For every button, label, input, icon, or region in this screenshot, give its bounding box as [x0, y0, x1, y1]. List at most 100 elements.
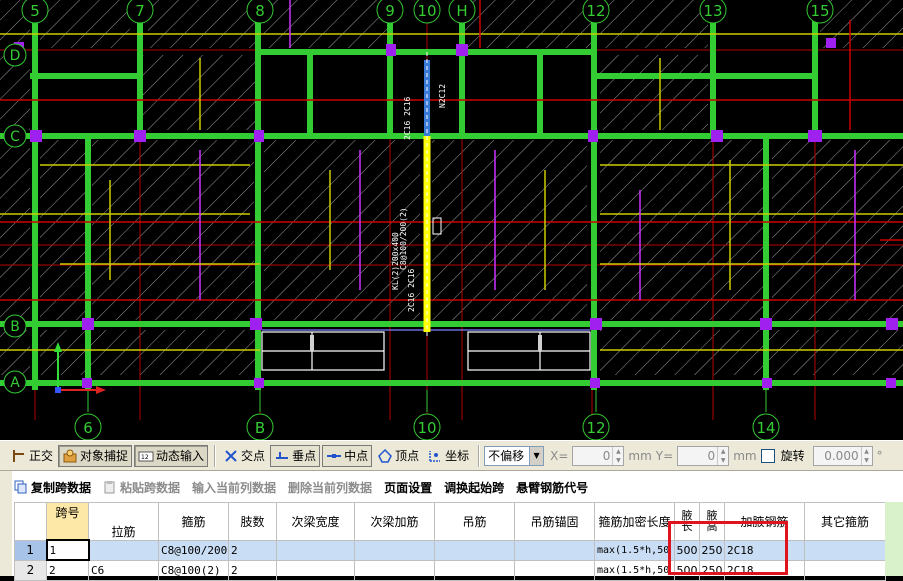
dynamic-input-toggle[interactable]: 12 动态输入	[134, 444, 209, 467]
cell-haunch-height[interactable]: 250	[699, 539, 725, 561]
cell-haunch-height[interactable]: 250	[699, 559, 725, 581]
cell-secondary-beam-rebar[interactable]	[354, 559, 435, 581]
cell-secondary-beam-width[interactable]	[276, 559, 355, 581]
column-header-secondary-beam-width[interactable]: 次梁宽度	[276, 502, 355, 541]
column-header-haunch-length[interactable]: 腋长	[674, 502, 700, 541]
y-coordinate-input[interactable]: 0 ▲ ▼	[677, 445, 730, 466]
row-number[interactable]: 1	[14, 539, 47, 561]
svg-text:5: 5	[30, 2, 40, 20]
cell-hanger-anchor[interactable]	[514, 539, 595, 561]
panel-right-scroll-strip[interactable]	[885, 502, 903, 576]
cell-stirrup[interactable]: C8@100(2)	[158, 559, 229, 581]
table-row[interactable]: 1 1 C8@100/200( 2 max(1.5*h,50 500 250 2…	[14, 539, 886, 561]
coordinate-snap[interactable]: 坐标	[424, 445, 472, 467]
row-header-corner	[14, 502, 47, 541]
paste-icon	[104, 481, 115, 494]
cell-tie[interactable]: C6	[88, 559, 159, 581]
perpendicular-snap[interactable]: 垂点	[270, 444, 321, 467]
svg-text:B: B	[10, 319, 20, 335]
cantilever-rebar-code-button[interactable]: 悬臂钢筋代号	[516, 479, 588, 496]
copy-span-button[interactable]: 复制跨数据	[14, 479, 91, 496]
perpendicular-label: 垂点	[292, 449, 317, 463]
beam-annotation-5: N2C12	[438, 84, 447, 108]
midpoint-icon	[327, 453, 342, 458]
intersection-snap[interactable]: 交点	[220, 445, 268, 467]
beam-annotation-4: 2C16 2C16	[403, 96, 412, 140]
vertex-icon	[378, 448, 393, 463]
intersection-icon	[225, 449, 237, 462]
column-header-span-no-lower	[46, 522, 89, 541]
column-header-haunch-height[interactable]: 腋高	[699, 502, 725, 541]
svg-text:8: 8	[255, 2, 265, 20]
column-header-haunch-rebar[interactable]: 加腋钢筋	[724, 502, 805, 541]
offset-mode-value: 不偏移	[488, 449, 525, 463]
offset-mode-select[interactable]: 不偏移 ▼	[484, 445, 545, 466]
cell-secondary-beam-rebar[interactable]	[354, 539, 435, 561]
cell-haunch-rebar[interactable]: 2C18	[724, 559, 805, 581]
column-header-tie[interactable]: 拉筋	[88, 522, 159, 541]
svg-text:9: 9	[385, 2, 395, 20]
rotate-angle-input[interactable]: 0.000 ▲ ▼	[812, 445, 873, 466]
svg-text:10: 10	[417, 2, 436, 20]
column-header-hanger[interactable]: 吊筋	[434, 502, 515, 541]
column-header-hanger-anchor[interactable]: 吊筋锚固	[514, 502, 595, 541]
svg-text:B: B	[255, 419, 265, 437]
cad-drawing-canvas[interactable]: KL(2)200x400 C8@100/200(2) 2C16 2C16 2C1…	[0, 0, 903, 440]
spin-arrows-icon[interactable]: ▲ ▼	[860, 446, 872, 465]
column-header-legs[interactable]: 肢数	[228, 502, 277, 541]
x-unit: mm	[628, 448, 652, 463]
x-label: X=	[550, 448, 569, 463]
spin-arrows-icon[interactable]: ▲ ▼	[717, 446, 728, 465]
midpoint-snap[interactable]: 中点	[322, 444, 373, 467]
coordinate-icon	[429, 450, 441, 462]
ortho-toggle[interactable]: 正交	[8, 445, 56, 467]
column-header-secondary-beam-rebar[interactable]: 次梁加筋	[354, 502, 435, 541]
cell-tie[interactable]	[88, 539, 159, 561]
cell-hanger[interactable]	[434, 539, 515, 561]
cell-other-stirrup[interactable]	[804, 559, 886, 581]
cell-stirrup-dense-length[interactable]: max(1.5*h,50	[594, 559, 675, 581]
svg-text:A: A	[10, 375, 20, 391]
ortho-icon	[13, 449, 24, 462]
column-header-span-no[interactable]: 跨号	[46, 502, 89, 523]
swap-start-span-button[interactable]: 调换起始跨	[444, 479, 504, 496]
column-header-stirrup[interactable]: 箍筋	[158, 502, 229, 541]
x-coordinate-input[interactable]: 0 ▲ ▼	[572, 445, 625, 466]
cell-hanger[interactable]	[434, 559, 515, 581]
coordinate-label: 坐标	[445, 449, 470, 463]
table-row[interactable]: 2 2 C6 C8@100(2) 2 max(1.5*h,50 500 250 …	[14, 559, 886, 581]
object-snap-toggle[interactable]: 对象捕捉	[58, 444, 133, 467]
input-column-button[interactable]: 输入当前列数据	[192, 479, 276, 496]
column-header-stirrup-dense-length[interactable]: 箍筋加密长度	[594, 502, 675, 541]
paste-span-button[interactable]: 粘贴跨数据	[103, 479, 180, 496]
delete-column-button[interactable]: 删除当前列数据	[288, 479, 372, 496]
cell-legs[interactable]: 2	[228, 559, 277, 581]
spin-arrows-icon[interactable]: ▲ ▼	[612, 446, 623, 465]
column-header-blank	[88, 502, 159, 523]
chevron-down-icon[interactable]: ▼	[529, 446, 544, 465]
cell-haunch-length[interactable]: 500	[674, 539, 700, 561]
vertex-snap[interactable]: 顶点	[374, 445, 422, 467]
cell-haunch-length[interactable]: 500	[674, 559, 700, 581]
page-setup-button[interactable]: 页面设置	[384, 479, 432, 496]
cell-hanger-anchor[interactable]	[514, 559, 595, 581]
svg-text:14: 14	[756, 419, 775, 437]
span-data-toolbar: 复制跨数据 粘贴跨数据 输入当前列数据 删除当前列数据 页面设置 调换起始跨 悬…	[14, 477, 874, 497]
cell-span-no[interactable]: 2	[46, 559, 89, 581]
rotate-checkbox[interactable]	[760, 448, 775, 463]
row-number[interactable]: 2	[14, 559, 47, 581]
cell-secondary-beam-width[interactable]	[276, 539, 355, 561]
column-header-other-stirrup[interactable]: 其它箍筋	[804, 502, 886, 541]
cell-other-stirrup[interactable]	[804, 539, 886, 561]
cell-legs[interactable]: 2	[228, 539, 277, 561]
cell-stirrup[interactable]: C8@100/200(	[158, 539, 229, 561]
vertex-label: 顶点	[395, 449, 420, 463]
object-snap-icon	[63, 449, 77, 462]
cell-haunch-rebar[interactable]: 2C18	[724, 539, 805, 561]
dynamic-input-label: 动态输入	[156, 449, 205, 463]
table-header-row: 跨号 箍筋 肢数 次梁宽度 次梁加筋 吊筋 吊筋锚固 箍筋加密长度 腋长 腋高 …	[14, 502, 886, 541]
cell-stirrup-dense-length[interactable]: max(1.5*h,50	[594, 539, 675, 561]
beam-annotation-2: C8@100/200(2)	[399, 207, 408, 270]
axis-bubbles-top: 5 7 8 9 10 H 12 13 15	[21, 0, 834, 24]
cell-span-no[interactable]: 1	[45, 539, 90, 561]
